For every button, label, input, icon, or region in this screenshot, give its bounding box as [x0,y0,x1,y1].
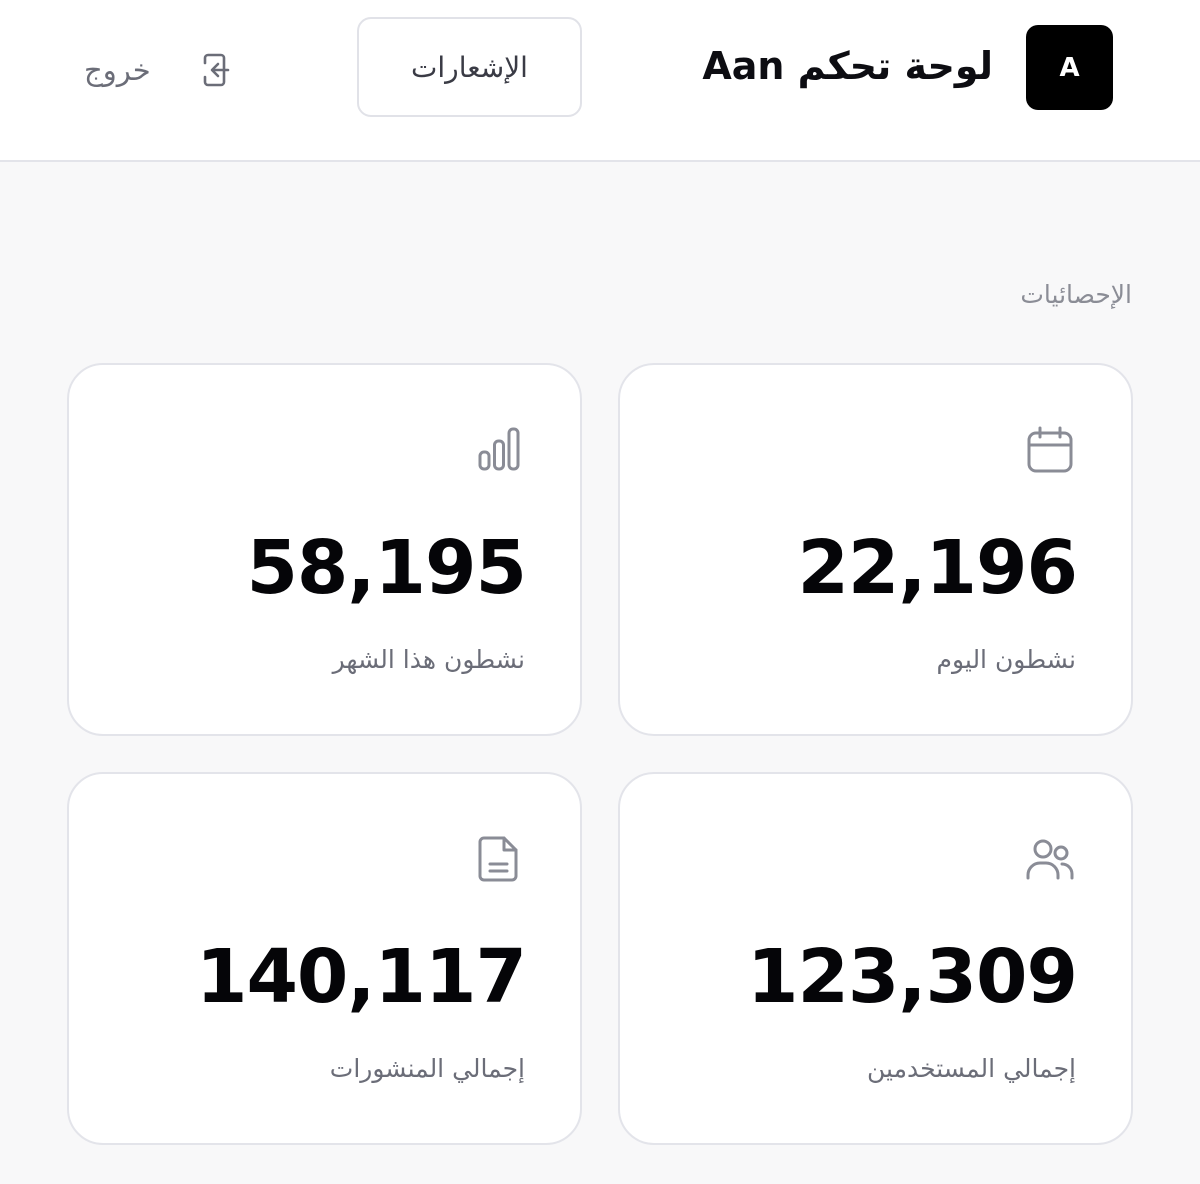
app-logo[interactable]: A [1026,25,1113,110]
stat-card-active-month: 58,195 نشطون هذا الشهر [67,363,582,736]
logout-icon [203,53,230,87]
document-icon [478,836,518,882]
stat-label: إجمالي المنشورات [329,1054,525,1083]
users-icon [1026,839,1074,880]
logout-button[interactable]: خروج [84,44,234,96]
logo-letter: A [1059,52,1080,83]
stat-label: نشطون هذا الشهر [332,645,525,674]
calendar-icon [1027,426,1073,473]
top-bar: A لوحة تحكم Aan الإشعارات خروج [0,0,1200,162]
stat-value: 58,195 [246,525,527,611]
stat-card-active-today: 22,196 نشطون اليوم [618,363,1133,736]
stats-section-title: الإحصائيات [1020,280,1132,309]
notifications-button[interactable]: الإشعارات [357,17,582,117]
stat-card-total-users: 123,309 إجمالي المستخدمين [618,772,1133,1145]
stat-label: نشطون اليوم [936,645,1077,674]
stat-value: 140,117 [195,934,527,1020]
stat-value: 123,309 [746,934,1078,1020]
logout-label: خروج [84,53,151,87]
stat-value: 22,196 [797,525,1078,611]
app-title: لوحة تحكم Aan [702,44,993,88]
stat-card-total-posts: 140,117 إجمالي المنشورات [67,772,582,1145]
bar-chart-icon [478,427,520,471]
stat-label: إجمالي المستخدمين [867,1054,1076,1083]
